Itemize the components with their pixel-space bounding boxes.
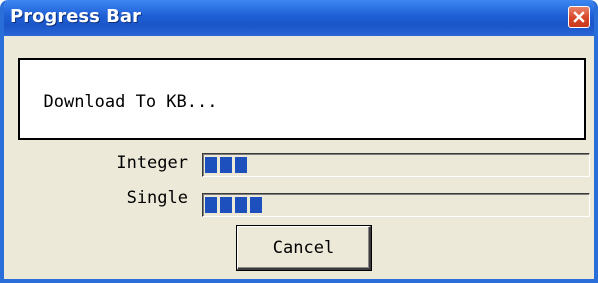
close-button[interactable] (568, 6, 590, 28)
progress-block (220, 197, 232, 213)
message-text: Download To KB... (43, 92, 218, 112)
title-bar[interactable]: Progress Bar (4, 0, 594, 36)
progress-block (235, 197, 247, 213)
cancel-button[interactable]: Cancel (237, 226, 371, 270)
single-progress-bar (202, 193, 590, 217)
progress-block (205, 197, 217, 213)
message-box: Download To KB... (18, 58, 586, 140)
single-label: Single (126, 188, 188, 208)
integer-progress-bar (202, 153, 590, 177)
progress-block (250, 197, 262, 213)
progress-block (220, 157, 232, 173)
close-icon (573, 11, 585, 23)
progress-block (235, 157, 247, 173)
progress-block (205, 157, 217, 173)
integer-label: Integer (116, 153, 188, 173)
window-title: Progress Bar (10, 6, 141, 27)
